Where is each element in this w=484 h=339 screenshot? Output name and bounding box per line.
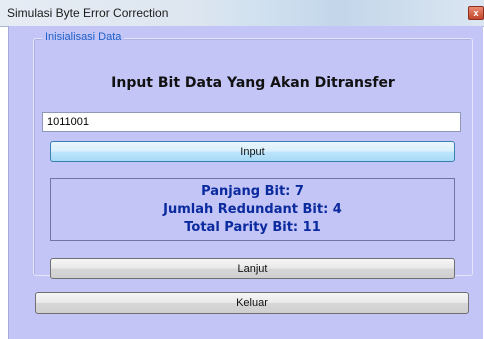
close-button[interactable]: x — [468, 6, 484, 20]
input-button[interactable]: Input — [50, 141, 455, 162]
form-body: Inisialisasi Data Input Bit Data Yang Ak… — [8, 26, 483, 339]
window-title: Simulasi Byte Error Correction — [7, 6, 169, 20]
redundant-bit-label: Jumlah Redundant Bit: 4 — [163, 202, 342, 217]
initialization-groupbox: Inisialisasi Data Input Bit Data Yang Ak… — [33, 31, 473, 279]
close-icon: x — [473, 8, 479, 18]
groupbox-legend: Inisialisasi Data — [42, 31, 125, 43]
app-window: Simulasi Byte Error Correction x Inisial… — [0, 0, 484, 339]
input-heading: Input Bit Data Yang Akan Ditransfer — [111, 75, 395, 91]
total-parity-label: Total Parity Bit: 11 — [184, 220, 321, 235]
exit-button[interactable]: Keluar — [35, 292, 469, 314]
exit-button-label: Keluar — [236, 297, 268, 309]
bit-length-label: Panjang Bit: 7 — [201, 184, 304, 199]
title-bar[interactable]: Simulasi Byte Error Correction x — [0, 0, 484, 27]
bit-info-panel: Panjang Bit: 7 Jumlah Redundant Bit: 4 T… — [50, 178, 455, 241]
continue-button-label: Lanjut — [237, 262, 268, 275]
bit-data-input[interactable]: 1011001 — [42, 112, 461, 132]
continue-button[interactable]: Lanjut — [50, 258, 455, 279]
input-button-label: Input — [240, 145, 265, 158]
